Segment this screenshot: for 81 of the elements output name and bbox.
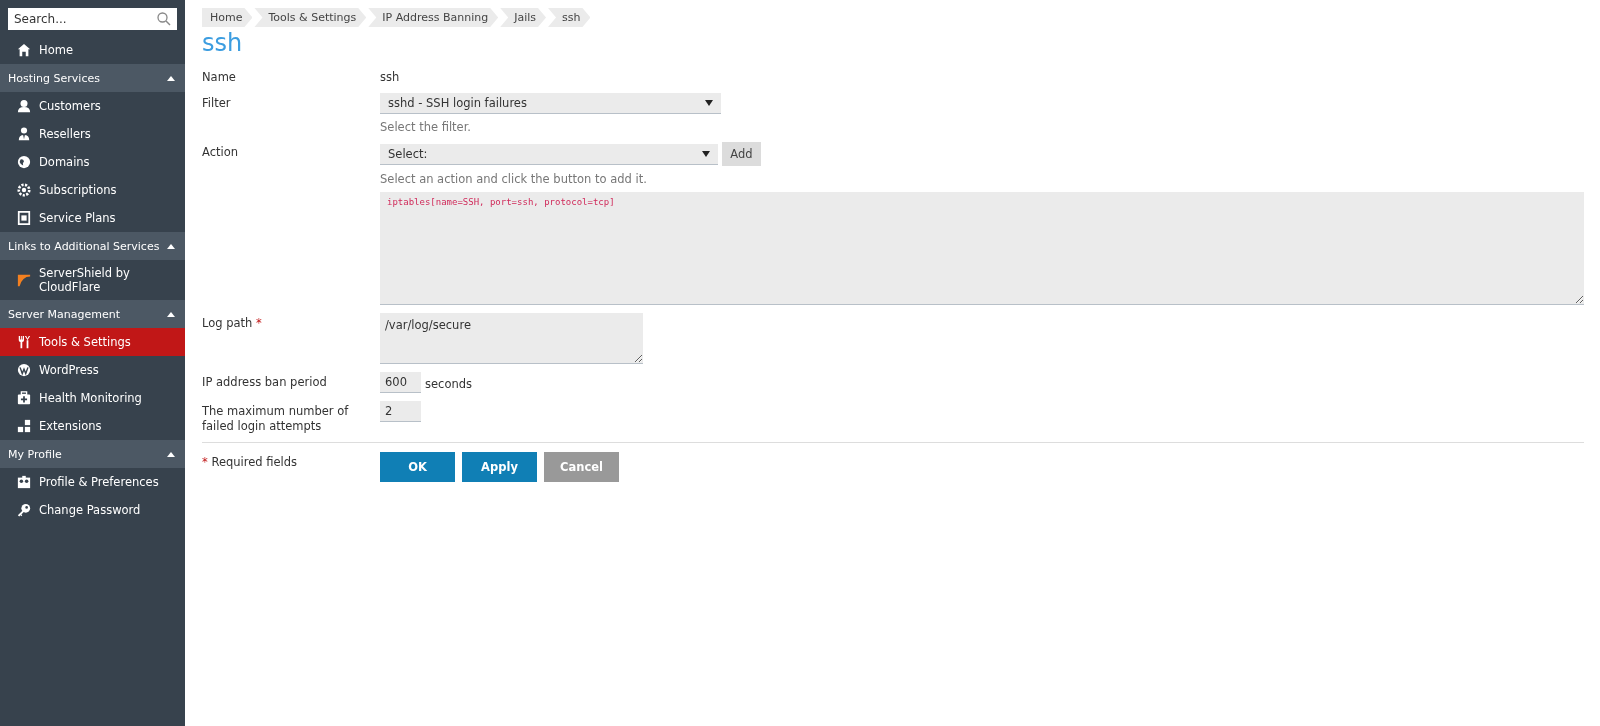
sidebar-section-header[interactable]: Hosting Services <box>0 64 185 92</box>
item-label: Profile & Preferences <box>39 475 159 489</box>
item-label: Health Monitoring <box>39 391 142 405</box>
sidebar-section-header[interactable]: My Profile <box>0 440 185 468</box>
actions-textarea[interactable]: iptables[name=SSH, port=ssh, protocol=tcp] <box>380 192 1584 305</box>
item-label: Service Plans <box>39 211 116 225</box>
filter-dropdown[interactable]: sshd - SSH login failures <box>380 93 721 114</box>
menu-icon <box>17 503 31 517</box>
caret-icon <box>167 311 175 317</box>
breadcrumb-link[interactable]: Jails <box>500 8 547 27</box>
sidebar-item[interactable]: Change Password <box>0 496 185 524</box>
form-button[interactable]: Apply <box>462 452 537 482</box>
search-icon <box>157 12 171 26</box>
item-label: Extensions <box>39 419 102 433</box>
sidebar-item[interactable]: Customers <box>0 92 185 120</box>
sidebar-item[interactable]: Home <box>0 36 185 64</box>
item-label: Resellers <box>39 127 91 141</box>
log-path-textarea[interactable]: /var/log/secure <box>380 313 643 364</box>
menu-icon <box>17 155 31 169</box>
action-dropdown[interactable]: Select: <box>380 143 718 165</box>
breadcrumb-link[interactable]: Tools & Settings <box>254 8 367 27</box>
caret-icon <box>167 243 175 249</box>
sidebar-item[interactable]: Domains <box>0 148 185 176</box>
menu-icon <box>17 43 31 57</box>
breadcrumb-link[interactable]: IP Address Banning <box>368 8 499 27</box>
unit-text: seconds <box>425 375 472 392</box>
section-title: Links to Additional Services <box>8 239 160 253</box>
menu-icon <box>17 335 31 349</box>
sidebar-item[interactable]: Resellers <box>0 120 185 148</box>
caret-icon <box>167 75 175 81</box>
sidebar-item[interactable]: Extensions <box>0 412 185 440</box>
caret-icon <box>167 451 175 457</box>
sidebar-item[interactable]: WordPress <box>0 356 185 384</box>
ban-period-input[interactable]: 600 <box>380 372 421 393</box>
sidebar-section-header[interactable]: Links to Additional Services <box>0 232 185 260</box>
item-label: Domains <box>39 155 90 169</box>
item-label: WordPress <box>39 363 99 377</box>
hint-text: Select the filter. <box>380 120 472 134</box>
sidebar-item[interactable]: Profile & Preferences <box>0 468 185 496</box>
item-label: Customers <box>39 99 101 113</box>
section-title: My Profile <box>8 447 62 461</box>
dropdown-arrow-icon <box>702 150 710 157</box>
required-note: * Required fields <box>202 454 299 471</box>
section-title: Server Management <box>8 307 121 321</box>
breadcrumb-link[interactable]: ssh <box>548 8 591 27</box>
sidebar-item[interactable]: Service Plans <box>0 204 185 232</box>
field-label: IP address ban period <box>202 374 328 391</box>
item-label: Tools & Settings <box>39 335 131 349</box>
name-value: ssh <box>380 69 401 85</box>
dropdown-arrow-icon <box>705 100 713 106</box>
max-attempts-input[interactable]: 2 <box>380 401 421 422</box>
sidebar-item[interactable]: Tools & Settings <box>0 328 185 356</box>
field-label: The maximum number of failed login attempts <box>202 403 350 434</box>
field-label: Log path * <box>202 315 263 332</box>
menu-icon <box>17 99 31 113</box>
menu-icon <box>17 127 31 141</box>
menu-icon <box>17 211 31 225</box>
add-button[interactable]: Add <box>722 142 761 166</box>
field-label: Action <box>202 144 240 161</box>
item-label: ServerShield by CloudFlare <box>39 266 131 294</box>
field-label: Name <box>202 69 237 85</box>
breadcrumb-link[interactable]: Home <box>202 8 253 27</box>
search-field[interactable]: Search... <box>8 8 177 30</box>
menu-icon <box>17 391 31 405</box>
form-button[interactable]: OK <box>380 452 455 482</box>
sidebar-section-header[interactable]: Server Management <box>0 300 185 328</box>
sidebar-item[interactable]: Health Monitoring <box>0 384 185 412</box>
page-title: ssh <box>202 29 244 57</box>
field-label: Filter <box>202 95 232 112</box>
item-label: Subscriptions <box>39 183 117 197</box>
hint-text: Select an action and click the button to add it. <box>380 172 648 186</box>
menu-icon <box>17 363 31 377</box>
menu-icon <box>17 419 31 433</box>
menu-icon <box>17 183 31 197</box>
section-title: Hosting Services <box>8 71 100 85</box>
menu-icon <box>17 475 31 489</box>
item-label: Home <box>39 43 73 57</box>
menu-icon <box>17 273 31 287</box>
sidebar-item[interactable]: Subscriptions <box>0 176 185 204</box>
sidebar-item[interactable]: ServerShield by CloudFlare <box>0 260 185 300</box>
item-label: Change Password <box>39 503 141 517</box>
